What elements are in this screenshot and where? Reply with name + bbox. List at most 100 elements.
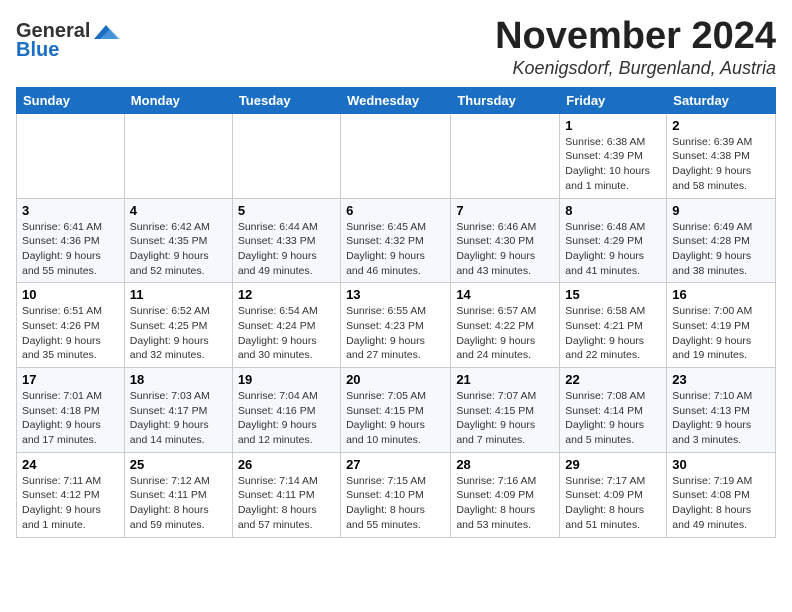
calendar-cell: 29 Sunrise: 7:17 AM Sunset: 4:09 PM Dayli… [560, 452, 667, 537]
calendar-cell [124, 113, 232, 198]
month-title: November 2024 [495, 16, 776, 58]
calendar-cell: 7 Sunrise: 6:46 AM Sunset: 4:30 PM Daylig… [451, 198, 560, 283]
calendar-cell: 22 Sunrise: 7:08 AM Sunset: 4:14 PM Dayli… [560, 368, 667, 453]
day-number: 23 [672, 372, 770, 387]
calendar-table: SundayMondayTuesdayWednesdayThursdayFrid… [16, 87, 776, 538]
day-info: Sunrise: 6:52 AM Sunset: 4:25 PM Dayligh… [130, 304, 227, 363]
calendar-cell: 19Sunrise: 7:04 AM Sunset: 4:16 PM Dayli… [232, 368, 340, 453]
day-number: 1 [565, 118, 661, 133]
day-number: 22 [565, 372, 661, 387]
logo-icon [92, 21, 120, 43]
day-info: Sunrise: 6:48 AM Sunset: 4:29 PM Dayligh… [565, 220, 661, 279]
calendar-cell: 23 Sunrise: 7:10 AM Sunset: 4:13 PM Dayli… [667, 368, 776, 453]
day-info: Sunrise: 7:08 AM Sunset: 4:14 PM Dayligh… [565, 389, 661, 448]
day-number: 26 [238, 457, 335, 472]
calendar-cell: 15Sunrise: 6:58 AM Sunset: 4:21 PM Dayli… [560, 283, 667, 368]
day-number: 25 [130, 457, 227, 472]
calendar-cell: 18 Sunrise: 7:03 AM Sunset: 4:17 PM Dayli… [124, 368, 232, 453]
day-number: 30 [672, 457, 770, 472]
weekday-header-monday: Monday [124, 87, 232, 113]
day-info: Sunrise: 7:01 AM Sunset: 4:18 PM Dayligh… [22, 389, 119, 448]
calendar-cell: 2 Sunrise: 6:39 AM Sunset: 4:38 PM Daylig… [667, 113, 776, 198]
calendar-cell: 27 Sunrise: 7:15 AM Sunset: 4:10 PM Dayli… [341, 452, 451, 537]
day-number: 28 [456, 457, 554, 472]
day-number: 16 [672, 287, 770, 302]
day-info: Sunrise: 7:05 AM Sunset: 4:15 PM Dayligh… [346, 389, 445, 448]
day-number: 6 [346, 203, 445, 218]
calendar-cell: 12Sunrise: 6:54 AM Sunset: 4:24 PM Dayli… [232, 283, 340, 368]
calendar-cell: 20 Sunrise: 7:05 AM Sunset: 4:15 PM Dayli… [341, 368, 451, 453]
day-number: 18 [130, 372, 227, 387]
calendar-week-4: 17 Sunrise: 7:01 AM Sunset: 4:18 PM Dayli… [17, 368, 776, 453]
day-info: Sunrise: 6:57 AM Sunset: 4:22 PM Dayligh… [456, 304, 554, 363]
calendar-cell: 25 Sunrise: 7:12 AM Sunset: 4:11 PM Dayli… [124, 452, 232, 537]
calendar-cell: 17 Sunrise: 7:01 AM Sunset: 4:18 PM Dayli… [17, 368, 125, 453]
day-info: Sunrise: 6:45 AM Sunset: 4:32 PM Dayligh… [346, 220, 445, 279]
page-header: General Blue November 2024 Koenigsdorf, … [16, 16, 776, 79]
day-info: Sunrise: 6:39 AM Sunset: 4:38 PM Dayligh… [672, 135, 770, 194]
day-info: Sunrise: 7:12 AM Sunset: 4:11 PM Dayligh… [130, 474, 227, 533]
day-number: 21 [456, 372, 554, 387]
day-info: Sunrise: 6:54 AM Sunset: 4:24 PM Dayligh… [238, 304, 335, 363]
calendar-cell: 13 Sunrise: 6:55 AM Sunset: 4:23 PM Dayli… [341, 283, 451, 368]
day-info: Sunrise: 7:14 AM Sunset: 4:11 PM Dayligh… [238, 474, 335, 533]
calendar-cell: 11 Sunrise: 6:52 AM Sunset: 4:25 PM Dayli… [124, 283, 232, 368]
calendar-cell: 4Sunrise: 6:42 AM Sunset: 4:35 PM Daylig… [124, 198, 232, 283]
day-number: 10 [22, 287, 119, 302]
day-info: Sunrise: 6:49 AM Sunset: 4:28 PM Dayligh… [672, 220, 770, 279]
calendar-cell [17, 113, 125, 198]
day-number: 3 [22, 203, 119, 218]
calendar-week-3: 10 Sunrise: 6:51 AM Sunset: 4:26 PM Dayli… [17, 283, 776, 368]
calendar-week-5: 24 Sunrise: 7:11 AM Sunset: 4:12 PM Dayli… [17, 452, 776, 537]
day-info: Sunrise: 6:55 AM Sunset: 4:23 PM Dayligh… [346, 304, 445, 363]
calendar-cell [451, 113, 560, 198]
day-number: 9 [672, 203, 770, 218]
day-info: Sunrise: 7:00 AM Sunset: 4:19 PM Dayligh… [672, 304, 770, 363]
day-info: Sunrise: 6:46 AM Sunset: 4:30 PM Dayligh… [456, 220, 554, 279]
calendar-cell: 5Sunrise: 6:44 AM Sunset: 4:33 PM Daylig… [232, 198, 340, 283]
calendar-cell: 30Sunrise: 7:19 AM Sunset: 4:08 PM Dayli… [667, 452, 776, 537]
day-number: 8 [565, 203, 661, 218]
day-info: Sunrise: 6:42 AM Sunset: 4:35 PM Dayligh… [130, 220, 227, 279]
day-info: Sunrise: 7:11 AM Sunset: 4:12 PM Dayligh… [22, 474, 119, 533]
day-info: Sunrise: 7:04 AM Sunset: 4:16 PM Dayligh… [238, 389, 335, 448]
calendar-cell: 9 Sunrise: 6:49 AM Sunset: 4:28 PM Daylig… [667, 198, 776, 283]
day-info: Sunrise: 6:58 AM Sunset: 4:21 PM Dayligh… [565, 304, 661, 363]
location-title: Koenigsdorf, Burgenland, Austria [495, 58, 776, 79]
calendar-cell: 28 Sunrise: 7:16 AM Sunset: 4:09 PM Dayli… [451, 452, 560, 537]
calendar-cell: 1 Sunrise: 6:38 AM Sunset: 4:39 PM Daylig… [560, 113, 667, 198]
day-number: 13 [346, 287, 445, 302]
day-info: Sunrise: 7:15 AM Sunset: 4:10 PM Dayligh… [346, 474, 445, 533]
calendar-cell: 26 Sunrise: 7:14 AM Sunset: 4:11 PM Dayli… [232, 452, 340, 537]
calendar-cell: 16 Sunrise: 7:00 AM Sunset: 4:19 PM Dayli… [667, 283, 776, 368]
title-block: November 2024 Koenigsdorf, Burgenland, A… [495, 16, 776, 79]
day-number: 2 [672, 118, 770, 133]
calendar-body: 1 Sunrise: 6:38 AM Sunset: 4:39 PM Daylig… [17, 113, 776, 537]
weekday-header-saturday: Saturday [667, 87, 776, 113]
calendar-cell: 8 Sunrise: 6:48 AM Sunset: 4:29 PM Daylig… [560, 198, 667, 283]
day-info: Sunrise: 7:16 AM Sunset: 4:09 PM Dayligh… [456, 474, 554, 533]
calendar-cell: 6 Sunrise: 6:45 AM Sunset: 4:32 PM Daylig… [341, 198, 451, 283]
day-info: Sunrise: 6:51 AM Sunset: 4:26 PM Dayligh… [22, 304, 119, 363]
weekday-header-thursday: Thursday [451, 87, 560, 113]
day-number: 11 [130, 287, 227, 302]
calendar-cell: 14 Sunrise: 6:57 AM Sunset: 4:22 PM Dayli… [451, 283, 560, 368]
calendar-cell [232, 113, 340, 198]
day-number: 14 [456, 287, 554, 302]
day-number: 20 [346, 372, 445, 387]
day-info: Sunrise: 7:17 AM Sunset: 4:09 PM Dayligh… [565, 474, 661, 533]
day-number: 29 [565, 457, 661, 472]
day-number: 17 [22, 372, 119, 387]
logo-blue-text: Blue [16, 39, 59, 62]
calendar-header-row: SundayMondayTuesdayWednesdayThursdayFrid… [17, 87, 776, 113]
day-number: 27 [346, 457, 445, 472]
day-number: 5 [238, 203, 335, 218]
day-info: Sunrise: 7:03 AM Sunset: 4:17 PM Dayligh… [130, 389, 227, 448]
logo: General Blue [16, 20, 120, 62]
weekday-header-tuesday: Tuesday [232, 87, 340, 113]
day-number: 7 [456, 203, 554, 218]
day-number: 24 [22, 457, 119, 472]
day-info: Sunrise: 6:38 AM Sunset: 4:39 PM Dayligh… [565, 135, 661, 194]
day-info: Sunrise: 7:10 AM Sunset: 4:13 PM Dayligh… [672, 389, 770, 448]
calendar-cell: 24 Sunrise: 7:11 AM Sunset: 4:12 PM Dayli… [17, 452, 125, 537]
